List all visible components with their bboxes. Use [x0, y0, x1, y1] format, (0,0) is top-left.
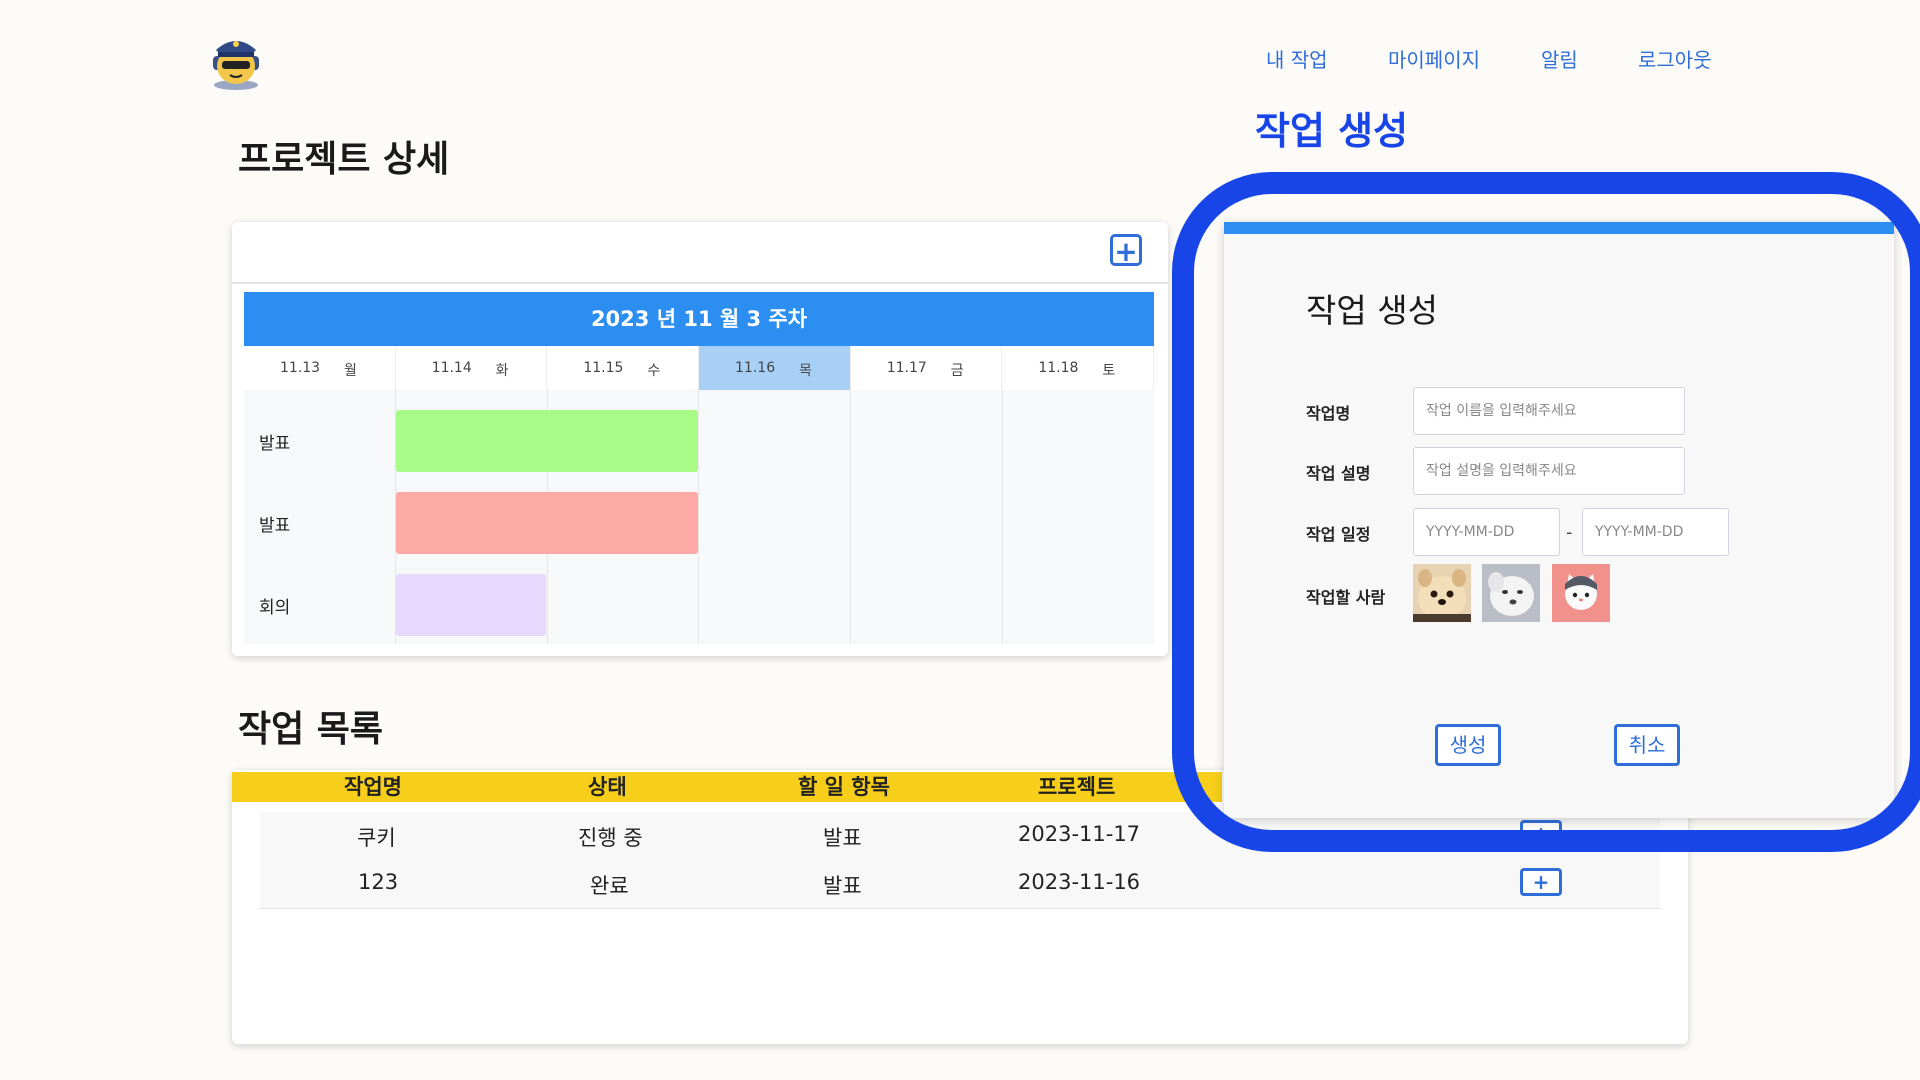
- highlight-ring: [1172, 172, 1920, 852]
- plus-icon: +: [1114, 235, 1138, 268]
- day-cell[interactable]: 11.14 화: [396, 346, 548, 390]
- calendar-week-header: 2023 년 11 월 3 주차: [244, 292, 1154, 346]
- day-cell[interactable]: 11.18 토: [1002, 346, 1155, 390]
- day-weekday: 금: [950, 363, 964, 379]
- day-weekday: 수: [647, 363, 661, 379]
- day-date: 11.16: [735, 360, 776, 376]
- day-date: 11.17: [886, 360, 927, 376]
- schedule-bar[interactable]: [396, 574, 546, 636]
- task-date: 2023-11-17: [1018, 822, 1141, 846]
- task-status: 진행 중: [578, 826, 643, 850]
- day-cell[interactable]: 11.13 월: [244, 346, 396, 390]
- column-divider: [1002, 390, 1003, 644]
- column-divider: [850, 390, 851, 644]
- nav-notifications[interactable]: 알림: [1541, 44, 1578, 73]
- column-header: 프로젝트: [1038, 775, 1116, 799]
- day-weekday: 월: [344, 363, 357, 379]
- task-name: 123: [358, 870, 399, 894]
- app-logo[interactable]: [204, 28, 268, 92]
- calendar-row-label: 발표: [259, 516, 291, 536]
- nav-my-page[interactable]: 마이페이지: [1388, 44, 1480, 73]
- task-status: 완료: [590, 874, 629, 898]
- day-date: 11.15: [583, 360, 624, 376]
- task-list-title: 작업 목록: [238, 709, 384, 750]
- schedule-bar[interactable]: [396, 492, 698, 554]
- card-divider: [232, 282, 1168, 284]
- add-schedule-button[interactable]: +: [1110, 234, 1142, 268]
- nav-my-tasks[interactable]: 내 작업: [1266, 44, 1328, 73]
- annotation-title: 작업 생성: [1255, 109, 1409, 153]
- task-name: 쿠키: [357, 826, 396, 850]
- row-add-button[interactable]: +: [1520, 868, 1562, 896]
- day-weekday: 화: [495, 363, 509, 379]
- task-todo: 발표: [823, 874, 862, 898]
- column-header: 작업명: [344, 775, 402, 799]
- column-header: 상태: [588, 775, 627, 799]
- day-date: 11.18: [1038, 360, 1079, 376]
- column-header: 할 일 항목: [798, 775, 890, 799]
- day-date: 11.13: [280, 360, 321, 376]
- nav-logout[interactable]: 로그아웃: [1638, 44, 1712, 73]
- day-weekday: 목: [799, 363, 812, 379]
- page-title: 프로젝트 상세: [238, 139, 450, 180]
- schedule-bar[interactable]: [396, 410, 698, 472]
- day-cell[interactable]: 11.17 금: [851, 346, 1003, 390]
- day-date: 11.14: [431, 360, 472, 376]
- calendar-row-label: 회의: [259, 598, 291, 618]
- day-cell-active[interactable]: 11.16 목: [699, 346, 851, 390]
- table-row[interactable]: [260, 860, 1660, 909]
- day-cell[interactable]: 11.15 수: [547, 346, 700, 390]
- calendar-body: [244, 390, 1154, 644]
- column-divider: [698, 390, 699, 644]
- calendar-day-row: 11.13 월 11.14 화 11.15 수 11.16 목 11.17 금 11.18…: [244, 346, 1155, 390]
- calendar-row-label: 발표: [259, 434, 291, 454]
- day-weekday: 토: [1102, 363, 1116, 379]
- task-todo: 발표: [823, 826, 862, 850]
- task-date: 2023-11-16: [1018, 870, 1141, 894]
